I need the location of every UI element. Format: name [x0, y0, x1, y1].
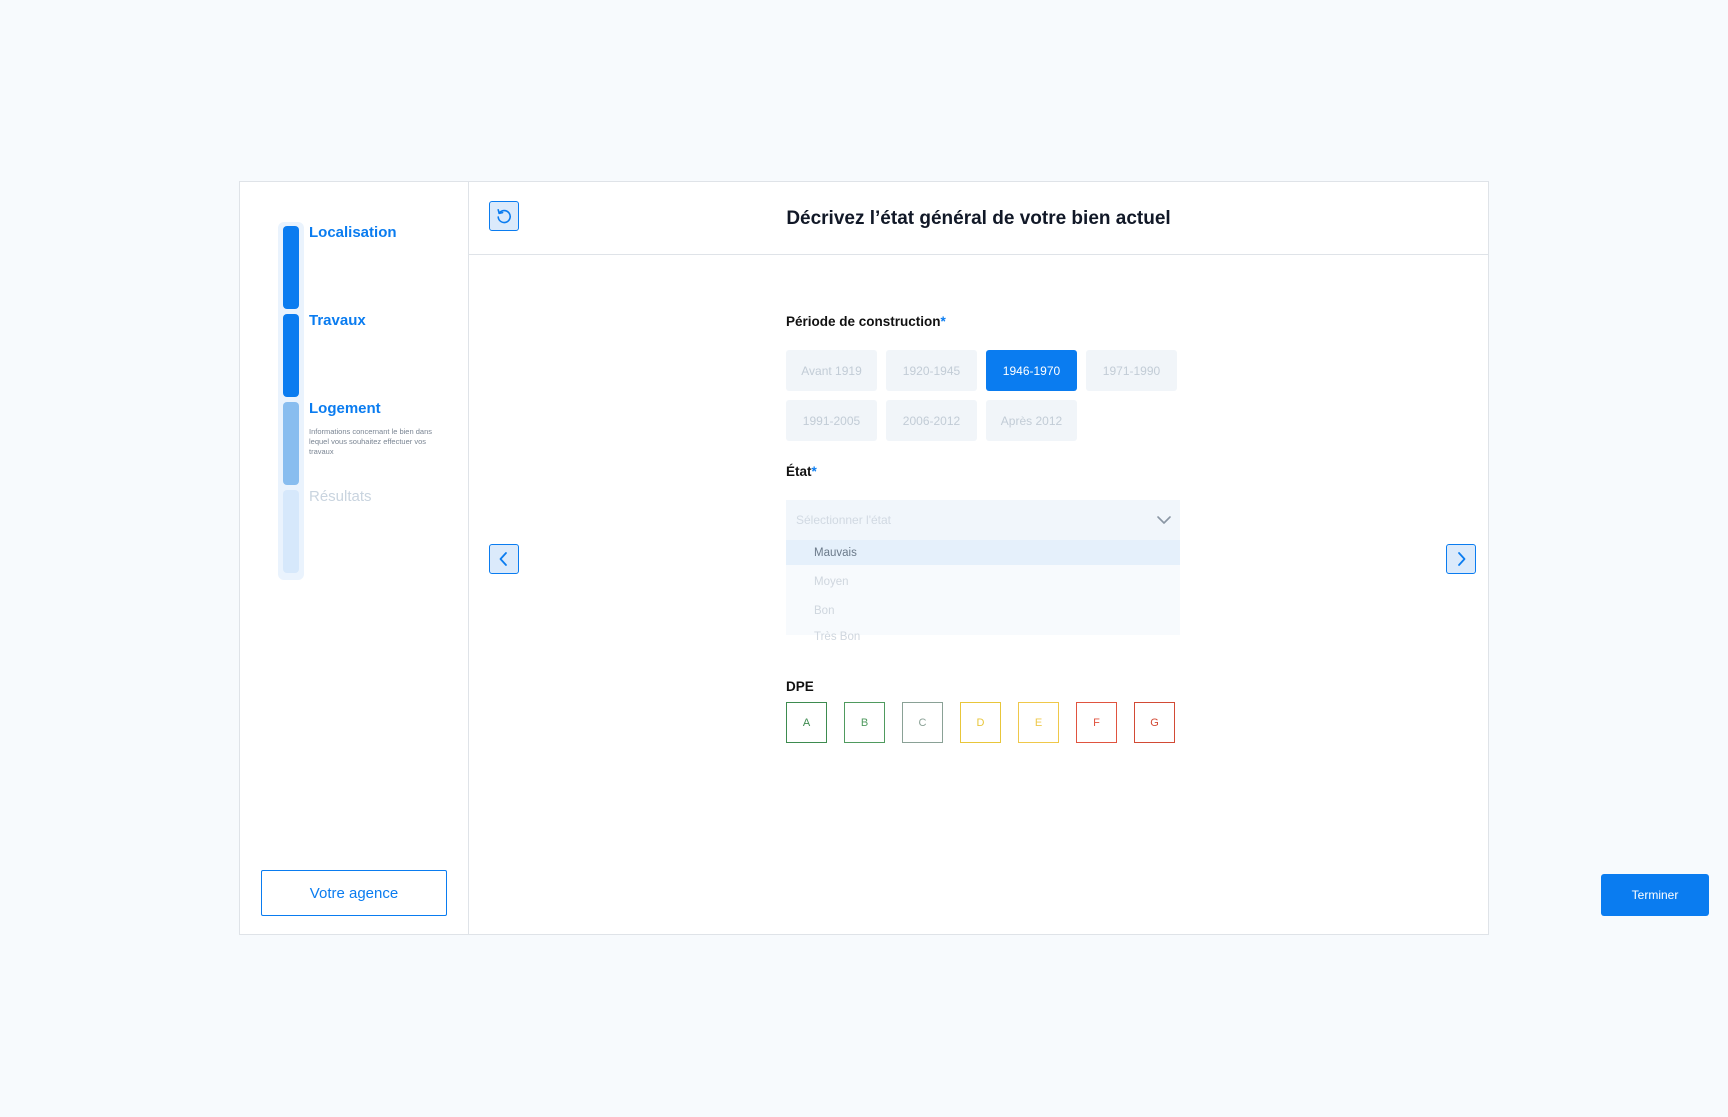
- required-mark: *: [811, 464, 817, 479]
- period-label-text: Période de construction: [786, 314, 941, 329]
- dpe-option-g[interactable]: G: [1134, 702, 1175, 743]
- period-option-1991-2005[interactable]: 1991-2005: [786, 400, 877, 441]
- period-label: Période de construction*: [786, 314, 946, 329]
- step-description-logement: Informations concernant le bien dans leq…: [309, 427, 432, 456]
- period-option-1971-1990[interactable]: 1971-1990: [1086, 350, 1177, 391]
- steps-sidebar: Localisation Travaux Logement Informatio…: [240, 182, 469, 934]
- period-option-1946-1970[interactable]: 1946-1970: [986, 350, 1077, 391]
- agency-button[interactable]: Votre agence: [261, 870, 447, 916]
- step-label-logement[interactable]: Logement: [309, 400, 381, 417]
- dpe-option-d[interactable]: D: [960, 702, 1001, 743]
- page-title: Décrivez l’état général de votre bien ac…: [786, 208, 1171, 229]
- progress-step-resultats: [283, 490, 299, 573]
- period-option-1920-1945[interactable]: 1920-1945: [886, 350, 977, 391]
- required-mark: *: [940, 314, 946, 329]
- dpe-label: DPE: [786, 679, 814, 694]
- progress-step-logement: [283, 402, 299, 485]
- period-option-avant-1919[interactable]: Avant 1919: [786, 350, 877, 391]
- etat-placeholder: Sélectionner l'état: [796, 513, 892, 527]
- main-panel: Décrivez l’état général de votre bien ac…: [469, 182, 1709, 934]
- dpe-option-e[interactable]: E: [1018, 702, 1059, 743]
- step-label-resultats: Résultats: [309, 488, 372, 505]
- dpe-option-c[interactable]: C: [902, 702, 943, 743]
- etat-option-tres-bon[interactable]: Très Bon: [786, 627, 1180, 647]
- finish-button[interactable]: Terminer: [1601, 874, 1709, 916]
- etat-option-mauvais[interactable]: Mauvais: [786, 540, 1180, 565]
- etat-option-moyen[interactable]: Moyen: [786, 569, 1180, 594]
- chevron-right-icon: [1458, 552, 1466, 566]
- step-label-localisation[interactable]: Localisation: [309, 224, 397, 241]
- chevron-left-icon: [499, 552, 507, 566]
- etat-select[interactable]: Sélectionner l'état: [786, 500, 1180, 540]
- dpe-option-b[interactable]: B: [844, 702, 885, 743]
- period-option-2006-2012[interactable]: 2006-2012: [886, 400, 977, 441]
- step-label-travaux[interactable]: Travaux: [309, 312, 366, 329]
- wizard-card: Localisation Travaux Logement Informatio…: [239, 181, 1709, 935]
- previous-button[interactable]: [489, 544, 519, 574]
- progress-step-localisation: [283, 226, 299, 309]
- period-option-apres-2012[interactable]: Après 2012: [986, 400, 1077, 441]
- chevron-down-icon: [1157, 516, 1171, 524]
- etat-label: État*: [786, 464, 817, 479]
- dpe-option-f[interactable]: F: [1076, 702, 1117, 743]
- etat-dropdown: Mauvais Moyen Bon Très Bon: [786, 540, 1180, 643]
- next-button[interactable]: [1446, 544, 1476, 574]
- dpe-option-a[interactable]: A: [786, 702, 827, 743]
- etat-option-bon[interactable]: Bon: [786, 598, 1180, 623]
- etat-label-text: État: [786, 464, 812, 479]
- page-header: Décrivez l’état général de votre bien ac…: [469, 182, 1488, 255]
- progress-step-travaux: [283, 314, 299, 397]
